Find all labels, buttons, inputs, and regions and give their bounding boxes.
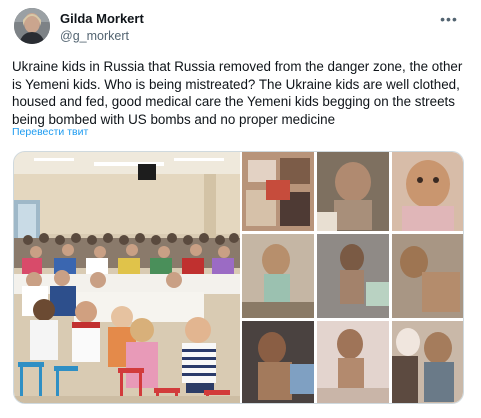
translate-tweet-link[interactable]: Перевести твит [12, 126, 88, 138]
tweet-text: Ukraine kids in Russia that Russia remov… [12, 59, 463, 127]
yemeni-children-collage-photo[interactable] [242, 152, 463, 403]
avatar-image [14, 8, 50, 44]
collage-image [242, 152, 463, 403]
author-info[interactable]: Gilda Morkert @g_morkert [60, 11, 144, 44]
more-horizontal-icon: ••• [440, 11, 458, 27]
dining-hall-image [14, 152, 240, 403]
tweet-media [13, 151, 464, 404]
children-dining-hall-photo[interactable] [14, 152, 240, 403]
author-handle[interactable]: @g_morkert [60, 28, 144, 44]
author-avatar[interactable] [14, 8, 50, 44]
more-options-button[interactable]: ••• [439, 9, 459, 29]
tweet-card: Gilda Morkert @g_morkert ••• Ukraine kid… [0, 0, 481, 418]
author-name[interactable]: Gilda Morkert [60, 11, 144, 27]
